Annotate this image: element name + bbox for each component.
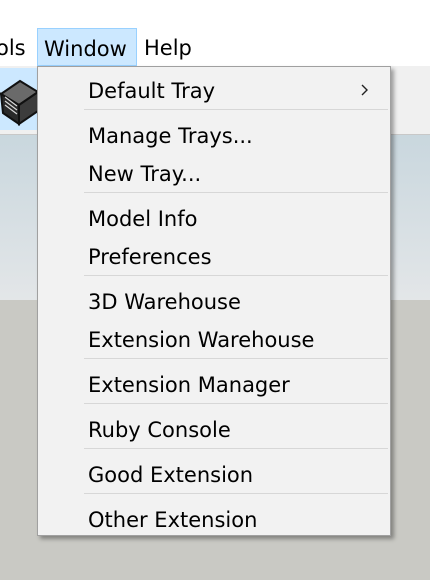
toolbar-button[interactable]	[0, 68, 41, 130]
menu-window[interactable]: Window	[37, 28, 137, 66]
menu-separator	[84, 275, 388, 276]
menu-item-label: Default Tray	[88, 79, 216, 103]
menu-separator	[84, 109, 388, 110]
menu-item-other-extension[interactable]: Other Extension	[39, 499, 389, 537]
dark-box-icon	[0, 79, 40, 126]
menu-item-model-info[interactable]: Model Info	[39, 198, 389, 236]
menu-item-default-tray[interactable]: Default Tray	[39, 70, 389, 108]
menu-item-manage-trays[interactable]: Manage Trays...	[39, 115, 389, 153]
menu-item-extension-manager[interactable]: Extension Manager	[39, 364, 389, 402]
menu-bar: ols Window Help	[0, 28, 430, 66]
menu-item-preferences[interactable]: Preferences	[39, 236, 389, 274]
menu-tools[interactable]: ols	[0, 28, 26, 66]
menu-separator	[84, 403, 388, 404]
menu-separator	[84, 493, 388, 494]
menu-separator	[84, 448, 388, 449]
menu-item-new-tray[interactable]: New Tray...	[39, 153, 389, 191]
menu-help[interactable]: Help	[144, 28, 192, 66]
menu-item-ruby-console[interactable]: Ruby Console	[39, 409, 389, 447]
menu-separator	[84, 192, 388, 193]
menu-separator	[84, 358, 388, 359]
window-menu-dropdown: Default Tray Manage Trays... New Tray...…	[37, 66, 391, 536]
chevron-right-icon	[361, 84, 368, 96]
menu-item-extension-warehouse[interactable]: Extension Warehouse	[39, 319, 389, 357]
menu-item-3d-warehouse[interactable]: 3D Warehouse	[39, 281, 389, 319]
menu-item-good-extension[interactable]: Good Extension	[39, 454, 389, 492]
